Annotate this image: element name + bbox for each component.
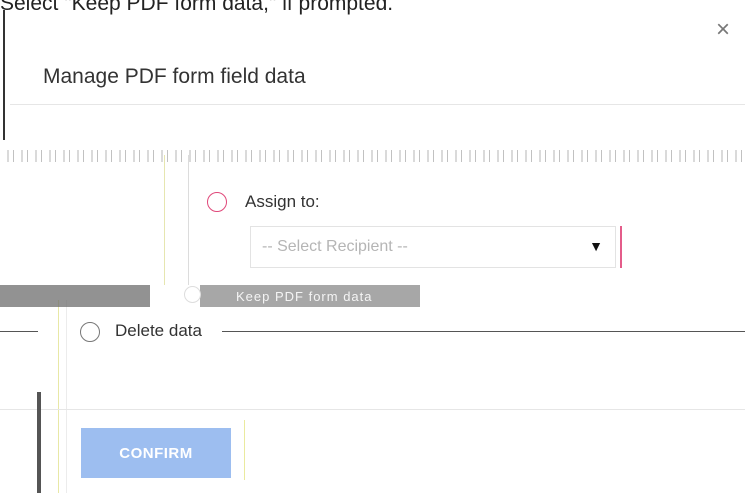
keep-radio[interactable] — [184, 286, 201, 303]
guide-line — [58, 300, 59, 493]
close-icon[interactable]: × — [716, 18, 730, 42]
guide-line — [164, 155, 165, 285]
instruction-caption: Select "Keep PDF form data," if prompted… — [0, 0, 394, 15]
assign-label: Assign to: — [245, 192, 320, 211]
recipient-select-placeholder: -- Select Recipient -- — [262, 238, 408, 255]
guide-line — [66, 300, 67, 493]
keep-label: Keep PDF form data — [236, 289, 373, 304]
confirm-button[interactable]: CONFIRM — [81, 428, 231, 478]
footer-divider — [0, 409, 745, 410]
guide-line — [244, 420, 245, 480]
delete-radio[interactable] — [80, 322, 100, 342]
dialog-title: Manage PDF form field data — [43, 65, 306, 89]
render-artifact-strip — [0, 150, 745, 162]
delete-label: Delete data — [115, 321, 202, 340]
chevron-down-icon: ▼ — [589, 238, 603, 254]
guide-line — [188, 155, 189, 285]
divider-line — [0, 331, 38, 332]
focus-indicator — [620, 226, 622, 268]
dialog-left-edge — [3, 10, 5, 140]
header-divider — [10, 104, 745, 105]
assign-radio[interactable] — [207, 192, 227, 212]
recipient-select[interactable]: -- Select Recipient -- ▼ — [250, 226, 616, 268]
divider-line — [222, 331, 745, 332]
scroll-handle — [37, 392, 41, 493]
keep-option-strip — [0, 285, 745, 307]
